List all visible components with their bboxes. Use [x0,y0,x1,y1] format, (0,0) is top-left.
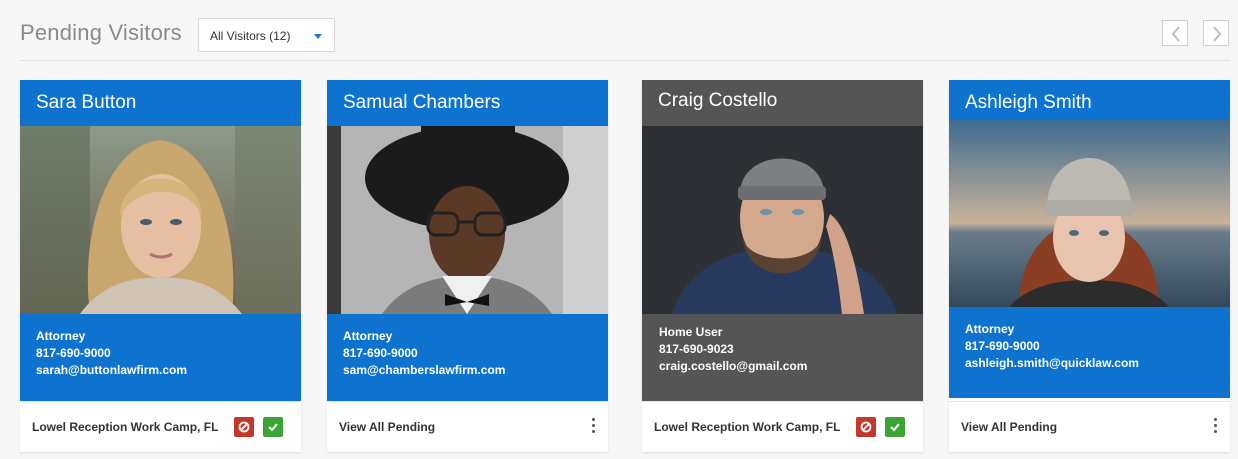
visitor-card[interactable]: Sara Button Attorney 817-690-9000 sarah@… [20,80,301,452]
visitor-name: Sara Button [20,80,301,126]
visitor-photo [20,126,301,314]
deny-icon [238,421,250,433]
visitor-location: Lowel Reception Work Camp, FL [32,420,219,434]
visitor-card[interactable]: Samual Chambers Attorney 817-690-9000 sa… [327,80,608,452]
visitor-phone: 817-690-9000 [36,346,111,360]
visitor-details: Attorney 817-690-9000 sam@chamberslawfir… [327,314,608,401]
card-footer: View All Pending [949,401,1230,452]
visitor-name: Ashleigh Smith [949,80,1230,120]
visitor-details: Attorney 817-690-9000 sarah@buttonlawfir… [20,314,301,401]
filter-selected-value: All Visitors (12) [210,29,291,43]
visitor-card[interactable]: Ashleigh Smith Attorney 817-690-9000 ash… [949,80,1230,452]
visitor-email: sam@chamberslawfirm.com [343,363,506,377]
deny-icon [860,421,872,433]
page-header: Pending Visitors All Visitors (12) [20,18,1230,61]
checkmark-icon [890,423,900,432]
chevron-right-icon [1213,26,1222,42]
previous-page-button[interactable] [1162,20,1188,46]
visitor-role: Attorney [343,329,393,343]
checkmark-icon [268,423,278,432]
chevron-left-icon [1171,26,1180,42]
visitor-location: Lowel Reception Work Camp, FL [654,420,841,434]
visitor-photo [327,126,608,314]
more-options-icon[interactable] [590,416,596,438]
next-page-button[interactable] [1203,20,1229,46]
card-footer: Lowel Reception Work Camp, FL [642,401,923,452]
view-all-pending-link[interactable]: View All Pending [961,420,1057,434]
visitor-details: Home User 817-690-9023 craig.costello@gm… [642,314,923,401]
more-options-icon[interactable] [1212,416,1218,438]
card-footer: Lowel Reception Work Camp, FL [20,401,301,452]
visitor-email: ashleigh.smith@quicklaw.com [965,356,1139,370]
visitor-role: Attorney [965,322,1015,336]
visitor-role: Home User [659,325,723,339]
visitor-name: Samual Chambers [327,80,608,126]
visitor-phone: 817-690-9000 [965,339,1040,353]
visitor-phone: 817-690-9023 [659,342,734,356]
visitor-name: Craig Costello [642,80,923,126]
view-all-pending-link[interactable]: View All Pending [339,420,435,434]
visitor-photo [949,120,1230,307]
visitor-filter-dropdown[interactable]: All Visitors (12) [198,18,335,52]
visitor-email: sarah@buttonlawfirm.com [36,363,188,377]
visitor-photo [642,126,923,314]
visitor-details: Attorney 817-690-9000 ashleigh.smith@qui… [949,307,1230,398]
deny-button[interactable] [234,417,254,437]
card-footer: View All Pending [327,401,608,452]
deny-button[interactable] [856,417,876,437]
visitor-email: craig.costello@gmail.com [659,359,808,373]
approve-button[interactable] [263,417,283,437]
page-title: Pending Visitors [20,20,182,45]
visitor-role: Attorney [36,329,86,343]
visitor-phone: 817-690-9000 [343,346,418,360]
approve-button[interactable] [885,417,905,437]
caret-down-icon [314,34,322,39]
visitor-card[interactable]: Craig Costello Home User 817-690-9023 cr… [642,80,923,452]
